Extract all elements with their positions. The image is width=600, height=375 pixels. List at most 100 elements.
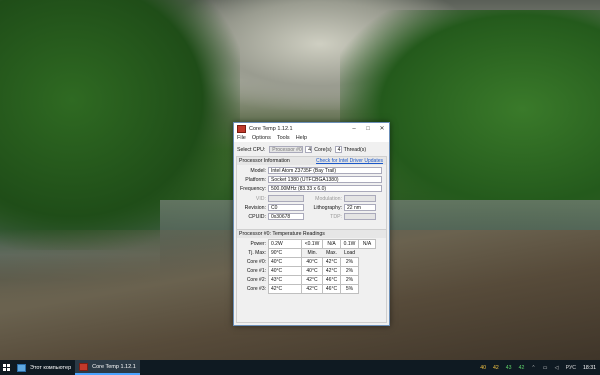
max-column-header: Max. bbox=[322, 248, 341, 258]
system-tray: 40 42 43 42 ⌃ ▭ ◁ РУС 18:31 bbox=[473, 360, 600, 375]
tdp-label: TDP: bbox=[330, 213, 342, 220]
driver-update-link[interactable]: Check for Intel Driver Updates bbox=[316, 157, 383, 165]
tray-up-arrow-icon[interactable]: ⌃ bbox=[531, 365, 535, 371]
revision-value: C0 bbox=[268, 204, 304, 211]
frequency-value: 500.00MHz (83.33 x 6.0) bbox=[268, 185, 382, 192]
temperature-table: Power: 0.2W <0.1W N/A 0.1W N/A Tj. Max: … bbox=[238, 239, 376, 294]
power-label: Power: bbox=[238, 239, 269, 249]
start-button[interactable] bbox=[0, 360, 13, 375]
core-row: Core #0: 40°C 40°C 42°C 2% bbox=[238, 257, 376, 267]
core-row: Core #1: 40°C 40°C 42°C 2% bbox=[238, 266, 376, 276]
power-uncore: N/A bbox=[322, 239, 341, 249]
taskbar-item-core-temp[interactable]: Core Temp 1.12.1 bbox=[75, 360, 140, 375]
cores-label: Core(s) bbox=[314, 146, 332, 153]
core-min: 40°C bbox=[301, 266, 323, 276]
processor-info-heading: Processor Information bbox=[239, 158, 290, 164]
tray-core-temp-1[interactable]: 42 bbox=[493, 365, 499, 371]
modulation-value bbox=[344, 195, 376, 202]
core-label: Core #0: bbox=[238, 257, 269, 267]
power-row: Power: 0.2W <0.1W N/A 0.1W N/A bbox=[238, 239, 376, 249]
spacer-cell bbox=[358, 275, 376, 285]
taskbar-item-label: Этот компьютер bbox=[30, 364, 72, 371]
vid-value bbox=[268, 195, 304, 202]
spacer-cell bbox=[358, 248, 376, 258]
spacer-cell bbox=[358, 266, 376, 276]
menu-bar: File Options Tools Help bbox=[234, 134, 389, 142]
taskbar: Этот компьютер Core Temp 1.12.1 40 42 43… bbox=[0, 360, 600, 375]
network-icon[interactable]: ▭ bbox=[543, 365, 548, 371]
core-min: 42°C bbox=[301, 275, 323, 285]
spacer-cell bbox=[358, 284, 376, 294]
threads-count: 4 bbox=[334, 146, 342, 153]
core-temp-icon bbox=[79, 362, 89, 371]
window-title: Core Temp 1.12.1 bbox=[249, 125, 293, 132]
power-other: N/A bbox=[358, 239, 376, 249]
core-min: 40°C bbox=[301, 257, 323, 267]
readings-heading: Processor #0: Temperature Readings bbox=[237, 230, 386, 238]
threads-label: Thread(s) bbox=[343, 146, 367, 153]
model-value: Intel Atom Z3735F (Bay Trail) bbox=[268, 167, 382, 174]
core-max: 42°C bbox=[322, 266, 341, 276]
cores-count: 4 bbox=[305, 146, 313, 153]
minimize-icon[interactable]: – bbox=[347, 123, 361, 134]
cpuid-value: 0x30678 bbox=[268, 213, 304, 220]
model-label: Model: bbox=[250, 167, 266, 174]
revision-label: Revision: bbox=[244, 204, 266, 211]
volume-icon[interactable]: ◁ bbox=[555, 365, 559, 371]
modulation-label: Modulation: bbox=[315, 195, 342, 202]
maximize-icon[interactable]: □ bbox=[361, 123, 375, 134]
computer-icon bbox=[17, 363, 26, 372]
power-cores: <0.1W bbox=[301, 239, 323, 249]
core-max: 46°C bbox=[322, 284, 341, 294]
core-max: 42°C bbox=[322, 257, 341, 267]
power-package: 0.2W bbox=[268, 239, 302, 249]
tray-core-temp-3[interactable]: 42 bbox=[519, 365, 525, 371]
frequency-label: Frequency: bbox=[240, 185, 266, 192]
vid-label: VID: bbox=[255, 195, 266, 202]
core-max: 46°C bbox=[322, 275, 341, 285]
core-load: 2% bbox=[340, 266, 359, 276]
select-cpu-label: Select CPU: bbox=[237, 146, 266, 153]
core-load: 5% bbox=[340, 284, 359, 294]
core-temp: 40°C bbox=[268, 266, 302, 276]
menu-file[interactable]: File bbox=[237, 135, 246, 141]
core-temp-app-icon bbox=[237, 124, 246, 133]
tjmax-value: 90°C bbox=[268, 248, 302, 258]
core-temp: 42°C bbox=[268, 284, 302, 294]
tjmax-label: Tj. Max: bbox=[238, 248, 269, 258]
close-icon[interactable]: ✕ bbox=[375, 123, 389, 134]
cpu-select-dropdown[interactable]: Processor #0 bbox=[269, 146, 304, 153]
menu-help[interactable]: Help bbox=[296, 135, 307, 141]
core-load: 2% bbox=[340, 275, 359, 285]
taskbar-item-this-pc[interactable]: Этот компьютер bbox=[13, 360, 75, 375]
menu-tools[interactable]: Tools bbox=[277, 135, 290, 141]
core-temp-window: Core Temp 1.12.1 – □ ✕ File Options Tool… bbox=[233, 122, 390, 326]
power-dram: 0.1W bbox=[340, 239, 359, 249]
core-label: Core #2: bbox=[238, 275, 269, 285]
cpuid-label: CPUID: bbox=[248, 213, 266, 220]
platform-value: Socket 1380 (UTFCBGA1380) bbox=[268, 176, 382, 183]
menu-options[interactable]: Options bbox=[252, 135, 271, 141]
core-min: 42°C bbox=[301, 284, 323, 294]
core-load: 2% bbox=[340, 257, 359, 267]
core-label: Core #3: bbox=[238, 284, 269, 294]
tray-core-temp-0[interactable]: 40 bbox=[480, 365, 486, 371]
core-temp: 40°C bbox=[268, 257, 302, 267]
title-bar[interactable]: Core Temp 1.12.1 – □ ✕ bbox=[234, 123, 389, 134]
core-temp: 43°C bbox=[268, 275, 302, 285]
core-row: Core #2: 43°C 42°C 46°C 2% bbox=[238, 275, 376, 285]
load-column-header: Load bbox=[340, 248, 359, 258]
lithography-value: 22 nm bbox=[344, 204, 376, 211]
core-row: Core #3: 42°C 42°C 46°C 5% bbox=[238, 284, 376, 294]
tjmax-row: Tj. Max: 90°C Min. Max. Load bbox=[238, 248, 376, 258]
tdp-value bbox=[344, 213, 376, 220]
spacer-cell bbox=[358, 257, 376, 267]
windows-logo-icon bbox=[3, 364, 10, 371]
taskbar-item-label: Core Temp 1.12.1 bbox=[92, 363, 136, 370]
platform-label: Platform: bbox=[245, 176, 266, 183]
tray-core-temp-2[interactable]: 43 bbox=[506, 365, 512, 371]
clock[interactable]: 18:31 bbox=[583, 365, 596, 371]
core-label: Core #1: bbox=[238, 266, 269, 276]
language-indicator[interactable]: РУС bbox=[566, 365, 576, 371]
lithography-label: Lithography: bbox=[313, 204, 342, 211]
